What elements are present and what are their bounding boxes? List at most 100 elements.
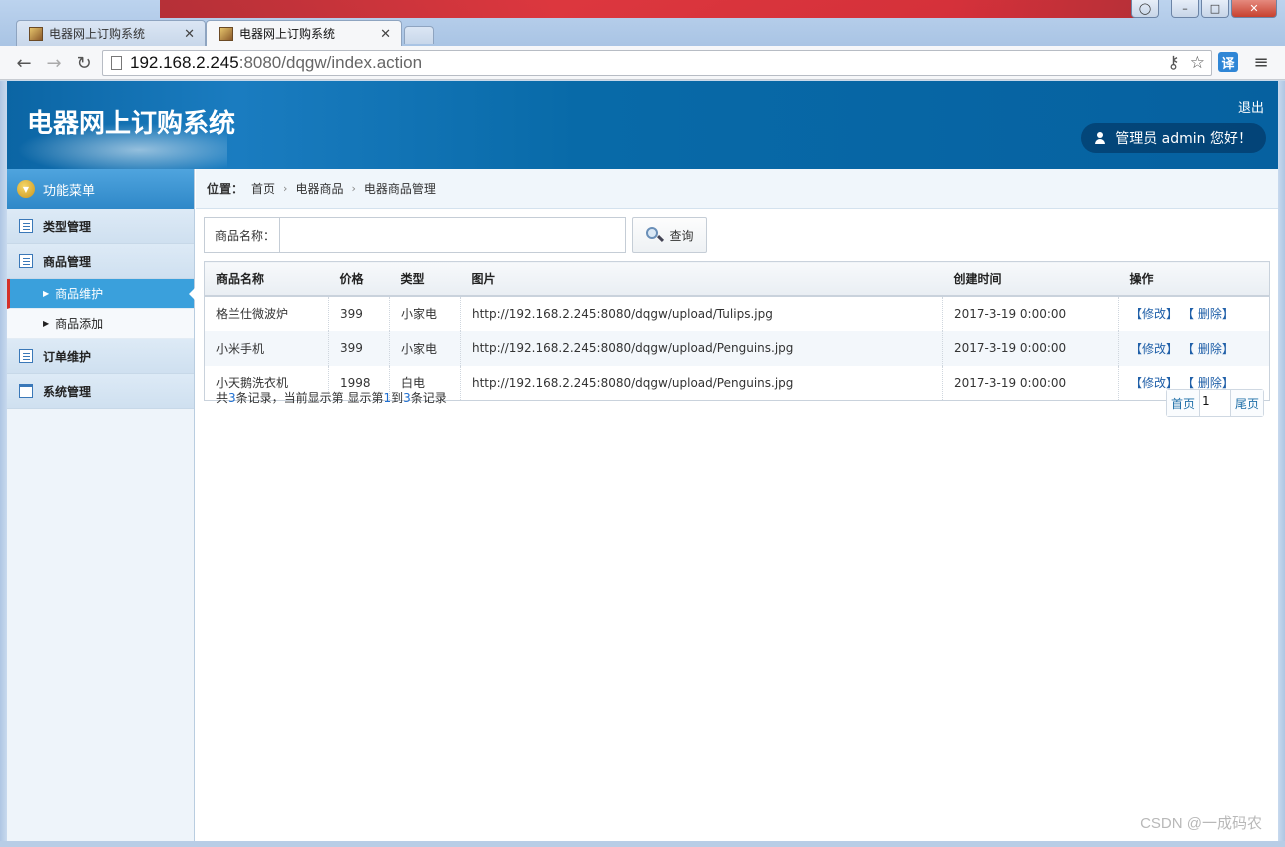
summary-prefix: 共 [216, 391, 229, 405]
breadcrumb-home[interactable]: 首页 [251, 180, 275, 197]
chevron-down-icon: ▼ [17, 180, 35, 198]
forward-icon[interactable]: → [42, 51, 66, 75]
cell-name: 格兰仕微波炉 [204, 295, 329, 331]
site-title: 电器网上订购系统 [27, 109, 236, 139]
url-host: 192.168.2.245 [130, 53, 239, 72]
tab-close-icon[interactable]: ✕ [184, 26, 195, 42]
column-header: 价格 [328, 261, 390, 297]
cell-image-url: http://192.168.2.245:8080/dqgw/upload/Pe… [460, 330, 943, 366]
window-frame-bottom [0, 841, 1285, 847]
column-header: 商品名称 [204, 261, 329, 297]
pagination: 首页 1 尾页 [1165, 389, 1264, 417]
cell-image-url: http://192.168.2.245:8080/dqgw/upload/Tu… [460, 295, 943, 331]
edit-link[interactable]: 【修改】 [1130, 342, 1178, 356]
sidebar-item-order-maintenance[interactable]: 订单维护 [7, 339, 194, 374]
tab-title: 电器网上订购系统 [49, 27, 146, 41]
key-icon[interactable]: ⚷ [1167, 53, 1179, 73]
column-header: 操作 [1118, 261, 1270, 297]
cell-actions: 【修改】【 删除】 [1118, 330, 1270, 366]
sidebar-item-type-management[interactable]: 类型管理 [7, 209, 194, 244]
cell-actions: 【修改】【 删除】 [1119, 296, 1270, 331]
site-favicon-icon [219, 26, 233, 41]
profile-icon[interactable]: ◯ [1131, 0, 1159, 18]
browser-tab-active[interactable]: 电器网上订购系统 ✕ [206, 20, 402, 46]
table-header-row: 商品名称 价格 类型 图片 创建时间 操作 [204, 261, 1270, 297]
sidebar-subitem-label: 商品维护 [55, 287, 104, 301]
last-page-button[interactable]: 尾页 [1230, 390, 1263, 416]
cell-type: 小家电 [389, 295, 461, 331]
sidebar-item-system-management[interactable]: 系统管理 [7, 374, 194, 409]
user-greeting-badge: 管理员 admin 您好！ [1081, 123, 1266, 153]
cell-price: 399 [328, 295, 390, 331]
calendar-icon [19, 384, 33, 398]
url-path: :8080/dqgw/index.action [238, 53, 423, 72]
product-name-input[interactable] [279, 218, 626, 252]
window-controls: ◯ – □ ✕ [1131, 0, 1277, 18]
search-form: 商品名称： 查询 [204, 217, 708, 253]
back-icon[interactable]: ← [12, 51, 36, 75]
reload-icon[interactable]: ↻ [72, 51, 96, 75]
table-row: 小米手机 399 小家电 http://192.168.2.245:8080/d… [204, 330, 1270, 366]
sidebar-header[interactable]: ▼ 功能菜单 [7, 169, 194, 209]
summary-from: 1 [383, 391, 392, 405]
search-button-label: 查询 [669, 228, 694, 243]
sidebar-item-label: 商品管理 [43, 254, 92, 269]
summary-total: 3 [228, 391, 236, 405]
triangle-right-icon: ▶ [43, 319, 50, 328]
user-icon [1095, 132, 1106, 144]
summary-suffix: 条记录 [410, 391, 447, 405]
product-table: 商品名称 价格 类型 图片 创建时间 操作 格兰仕微波炉 399 小家电 htt… [204, 261, 1270, 401]
list-icon [19, 254, 33, 268]
sidebar-item-product-management[interactable]: 商品管理 [7, 244, 194, 279]
sidebar-subitem-product-maintenance[interactable]: ▶ 商品维护 [7, 279, 195, 309]
omnibox-actions: ⚷ ☆ [1167, 53, 1205, 73]
watermark: CSDN @一成码农 [1140, 815, 1262, 832]
search-icon [645, 227, 664, 243]
edit-link[interactable]: 【修改】 [1130, 307, 1178, 321]
list-icon [19, 349, 33, 363]
search-button[interactable]: 查询 [632, 217, 708, 253]
cell-created: 2017-3-19 0:00:00 [942, 365, 1119, 401]
address-bar[interactable]: 192.168.2.245:8080/dqgw/index.action ⚷ ☆ [102, 50, 1212, 76]
breadcrumb-label: 位置： [207, 182, 244, 196]
summary-to-label: 到 [391, 391, 404, 405]
browser-titlebar: 电器网上订购系统 ✕ 电器网上订购系统 ✕ ◯ – □ ✕ [0, 0, 1285, 46]
column-header: 创建时间 [942, 261, 1119, 297]
tab-close-icon[interactable]: ✕ [380, 26, 391, 42]
column-header: 图片 [460, 261, 943, 297]
delete-link[interactable]: 【 删除】 [1188, 342, 1234, 356]
maximize-icon[interactable]: □ [1201, 0, 1229, 18]
titlebar-background [160, 0, 1150, 18]
bookmark-star-icon[interactable]: ☆ [1190, 53, 1205, 73]
sidebar-item-label: 系统管理 [43, 384, 92, 399]
cell-type: 小家电 [389, 330, 461, 366]
sidebar: ▼ 功能菜单 类型管理 商品管理 ▶ 商品维护 ▶ 商品添加 订单维护 系统管理 [7, 169, 195, 841]
record-summary: 共3条记录，当前显示第 显示第1到3条记录 [216, 389, 447, 406]
breadcrumb-category[interactable]: 电器商品 [295, 180, 343, 197]
browser-tab[interactable]: 电器网上订购系统 ✕ [16, 20, 206, 46]
new-tab-button[interactable] [404, 26, 434, 44]
summary-middle: 条记录，当前显示第 显示第 [235, 391, 384, 405]
minimize-icon[interactable]: – [1171, 0, 1199, 18]
column-header: 类型 [389, 261, 461, 297]
main-content: 位置： 首页 › 电器商品 › 电器商品管理 商品名称： 查询 商品名称 价格 [196, 169, 1278, 841]
search-label: 商品名称： [215, 228, 276, 243]
first-page-button[interactable]: 首页 [1166, 390, 1199, 416]
table-row: 格兰仕微波炉 399 小家电 http://192.168.2.245:8080… [204, 295, 1270, 331]
sidebar-item-label: 类型管理 [43, 219, 92, 234]
delete-link[interactable]: 【 删除】 [1188, 307, 1234, 321]
translate-icon[interactable]: 译 [1218, 52, 1238, 72]
breadcrumb-separator-icon: › [351, 182, 356, 195]
breadcrumb: 位置： 首页 › 电器商品 › 电器商品管理 [196, 169, 1278, 209]
close-window-icon[interactable]: ✕ [1231, 0, 1277, 18]
user-greeting: 管理员 admin 您好！ [1115, 131, 1252, 147]
sidebar-subitem-product-add[interactable]: ▶ 商品添加 [7, 309, 194, 339]
cell-price: 399 [328, 330, 390, 366]
web-page: 电器网上订购系统 退出 管理员 admin 您好！ ▼ 功能菜单 类型管理 商品… [7, 81, 1278, 841]
current-page-input[interactable]: 1 [1198, 390, 1231, 416]
browser-toolbar: ← → ↻ 192.168.2.245:8080/dqgw/index.acti… [0, 46, 1285, 80]
logout-link[interactable]: 退出 [1238, 97, 1264, 116]
browser-menu-icon[interactable]: ≡ [1250, 50, 1272, 74]
window-frame-left [0, 81, 7, 841]
triangle-right-icon: ▶ [43, 289, 50, 298]
